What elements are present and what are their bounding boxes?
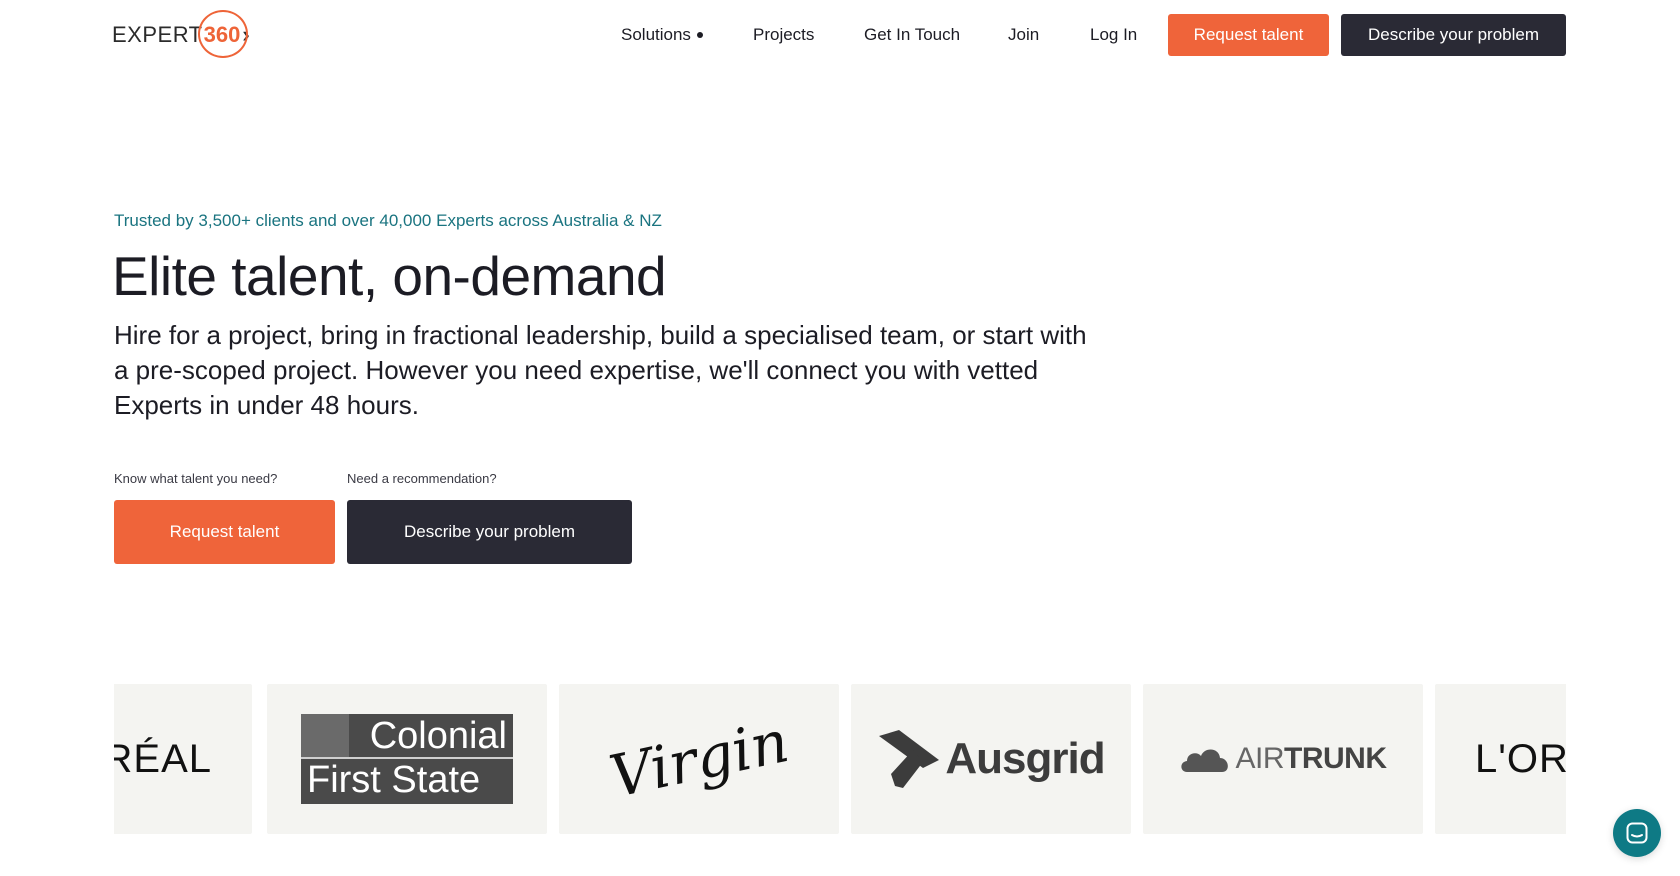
- hero-description: Hire for a project, bring in fractional …: [114, 320, 1087, 420]
- site-header: EXPERT 360 › Solutions Projects Get In T…: [0, 0, 1680, 70]
- client-logo-tile: AIR TRUNK: [1143, 684, 1423, 834]
- hero-describe-problem-button[interactable]: Describe your problem: [347, 500, 632, 564]
- nav-solutions[interactable]: Solutions: [621, 14, 703, 56]
- ausgrid-logo: Ausgrid: [877, 728, 1106, 790]
- ausgrid-mark-icon: [879, 730, 940, 788]
- nav-get-in-touch[interactable]: Get In Touch: [864, 14, 960, 56]
- header-describe-problem-button[interactable]: Describe your problem: [1341, 14, 1566, 56]
- client-logo-tile: Ausgrid: [851, 684, 1131, 834]
- hero-request-talent-button[interactable]: Request talent: [114, 500, 335, 564]
- colonial-first-state-logo: Colonial First State: [301, 714, 513, 804]
- nav-projects[interactable]: Projects: [753, 14, 814, 56]
- recommendation-hint: Need a recommendation?: [347, 471, 497, 486]
- client-logo-carousel: RÉAL Colonial First State Virgin Ausgrid: [114, 684, 1566, 834]
- cloud-icon: [1181, 749, 1229, 772]
- nav-solutions-label: Solutions: [621, 25, 691, 44]
- cfs-line2: First State: [307, 759, 481, 801]
- client-logo-tile: Virgin: [559, 684, 839, 834]
- cfs-shade: [301, 714, 349, 757]
- airtrunk-logo: AIR TRUNK: [1179, 742, 1387, 776]
- client-logo-tile: Colonial First State: [267, 684, 547, 834]
- chat-bubble-icon: [1626, 822, 1648, 844]
- request-talent-hint: Know what talent you need?: [114, 471, 278, 486]
- loreal-logo: RÉAL: [114, 736, 212, 781]
- nav-join[interactable]: Join: [1008, 14, 1039, 56]
- cfs-line1: Colonial: [369, 715, 507, 757]
- client-logo-tile: RÉAL: [114, 684, 252, 834]
- loreal-logo: L'OR: [1475, 736, 1566, 781]
- chat-launcher-button[interactable]: [1613, 809, 1661, 857]
- virgin-logo: Virgin: [603, 707, 795, 811]
- trusted-by-text: Trusted by 3,500+ clients and over 40,00…: [114, 211, 662, 230]
- client-logo-tile: L'OR: [1435, 684, 1566, 834]
- header-request-talent-button[interactable]: Request talent: [1168, 14, 1329, 56]
- airtrunk-air: AIR: [1235, 742, 1284, 775]
- nav-log-in[interactable]: Log In: [1090, 14, 1137, 56]
- airtrunk-trunk: TRUNK: [1284, 742, 1387, 775]
- page-title: Elite talent, on-demand: [112, 245, 667, 307]
- dropdown-dot-icon: [696, 31, 703, 38]
- ausgrid-text: Ausgrid: [945, 734, 1105, 783]
